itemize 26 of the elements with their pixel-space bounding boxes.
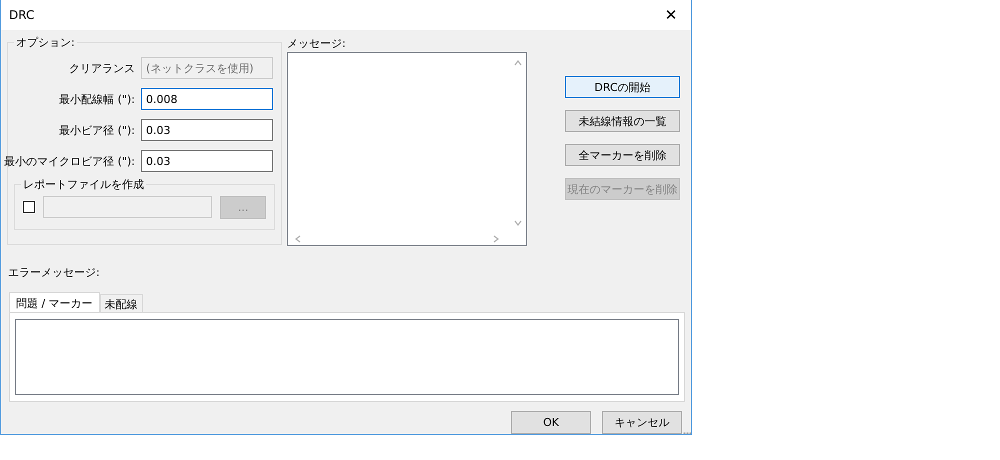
input-field[interactable]: 0.03 <box>141 119 273 141</box>
field-label: 最小配線幅 ("): <box>59 92 135 106</box>
field-label: クリアランス <box>69 60 135 76</box>
group-label: オプション: <box>14 35 77 50</box>
scroll-up-icon[interactable] <box>514 59 522 67</box>
action-button[interactable]: 全マーカーを削除 <box>565 144 680 166</box>
error-messages-label: エラーメッセージ: <box>8 265 101 280</box>
field-label: 最小のマイクロビア径 ("): <box>4 154 135 168</box>
input-field[interactable]: 0.03 <box>141 150 273 172</box>
tab[interactable]: 問題 / マーカー <box>9 292 100 312</box>
error-list[interactable] <box>15 319 679 395</box>
checkbox[interactable] <box>23 201 35 213</box>
file-path-field[interactable] <box>42 196 212 218</box>
dialog-button[interactable]: OK <box>511 411 591 434</box>
action-button[interactable]: 未結線情報の一覧 <box>565 110 680 132</box>
group-label: レポートファイルを作成 <box>21 177 146 192</box>
scroll-right-icon[interactable] <box>492 235 500 243</box>
action-button[interactable]: DRCの開始 <box>565 76 680 98</box>
input-field[interactable]: 0.008 <box>141 88 273 110</box>
dialog-button[interactable]: キャンセル <box>602 411 682 434</box>
scroll-down-icon[interactable] <box>514 219 522 227</box>
scroll-left-icon[interactable] <box>294 235 302 243</box>
messages-label: メッセージ: <box>287 36 347 51</box>
tab[interactable]: 未配線 <box>100 294 143 312</box>
field-label: 最小ビア径 ("): <box>59 122 135 138</box>
window-title: DRC <box>9 8 34 22</box>
